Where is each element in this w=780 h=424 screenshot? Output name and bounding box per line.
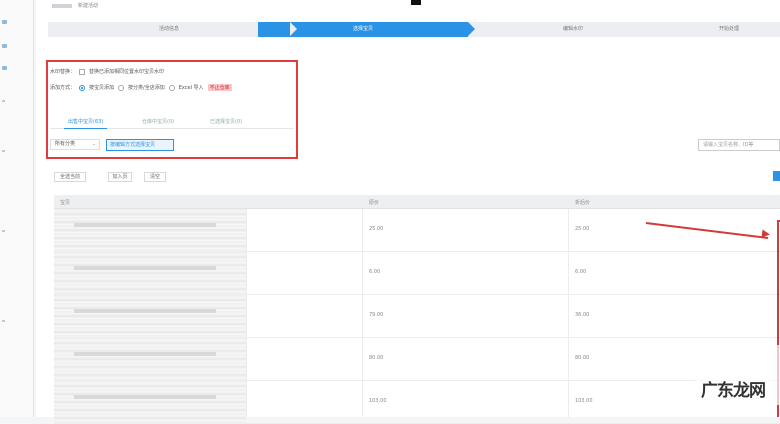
replace-label: 水印替换： bbox=[50, 69, 76, 75]
tab-warehouse[interactable]: 仓库中宝贝(0) bbox=[142, 118, 174, 125]
step-label: 活动信息 bbox=[158, 26, 179, 32]
price-cell: 6.00 bbox=[369, 269, 381, 275]
sale-price-cell: 6.00 bbox=[575, 269, 587, 275]
tab-selected[interactable]: 已选择宝贝(0) bbox=[210, 118, 242, 125]
nav-marker bbox=[2, 320, 5, 322]
add-mode-row: 添加方式： 按宝贝添加 按分类/全店添加 Excel 导入 不止仓库 bbox=[50, 84, 232, 91]
clear-button[interactable]: 清空 bbox=[144, 172, 166, 182]
category-select-value: 所有分类 bbox=[55, 141, 76, 147]
replace-option-row: 水印替换： 替换已添加相同位置水印宝贝水印 bbox=[50, 68, 164, 75]
price-cell: 80.00 bbox=[369, 355, 384, 361]
watermark: 广东龙网 bbox=[695, 345, 780, 405]
sale-price-cell: 25.00 bbox=[575, 226, 590, 232]
sale-price-cell: 80.00 bbox=[575, 355, 590, 361]
table-row[interactable]: 103.00 103.00 bbox=[54, 381, 780, 424]
main-panel: 新建活动 活动信息 选择宝贝 编辑水印 开始处理 水印替换： 替换已添加相同位置… bbox=[36, 0, 780, 424]
step-label: 开始处理 bbox=[718, 26, 739, 32]
radio-excel[interactable] bbox=[168, 84, 175, 91]
item-thumbnail bbox=[54, 209, 246, 251]
item-thumbnail bbox=[54, 295, 246, 337]
add-page-button[interactable]: 加入页 bbox=[108, 172, 132, 182]
step-label: 编辑水印 bbox=[562, 26, 583, 32]
table-row[interactable]: 25.00 25.00 bbox=[54, 209, 780, 252]
step-info: 活动信息 bbox=[48, 22, 297, 37]
table-row[interactable]: 80.00 80.00 bbox=[54, 338, 780, 381]
nav-marker bbox=[2, 230, 5, 232]
tab-on-sale[interactable]: 出售中宝贝(63) bbox=[63, 118, 108, 129]
price-cell: 25.00 bbox=[369, 226, 384, 232]
table-row[interactable]: 6.00 6.00 bbox=[54, 252, 780, 295]
nav-marker bbox=[2, 100, 5, 102]
item-tabs: 出售中宝贝(63) 仓库中宝贝(0) 已选择宝贝(0) bbox=[50, 115, 294, 129]
select-by-mode-button[interactable]: 按编辑方式选择宝贝 bbox=[106, 139, 174, 151]
price-cell: 79.00 bbox=[369, 312, 384, 318]
watermark-text: 广东龙网 bbox=[701, 381, 766, 401]
nav-marker bbox=[2, 150, 5, 152]
price-cell: 103.00 bbox=[369, 398, 387, 404]
step-label: 选择宝贝 bbox=[352, 26, 373, 32]
chevron-down-icon: ⌄ bbox=[91, 141, 96, 147]
nav-icon[interactable] bbox=[2, 66, 7, 70]
select-all-button[interactable]: 全选当前 bbox=[54, 172, 86, 182]
sale-price-cell: 103.00 bbox=[575, 398, 593, 404]
nav-icon[interactable] bbox=[2, 20, 7, 24]
add-mode-label: 添加方式： bbox=[50, 85, 76, 91]
radio-by-item[interactable] bbox=[79, 84, 86, 91]
left-nav-rail bbox=[0, 0, 34, 417]
replace-text: 替换已添加相同位置水印宝贝水印 bbox=[89, 69, 165, 75]
nav-icon[interactable] bbox=[2, 44, 7, 48]
page-title: 新建活动 bbox=[78, 3, 99, 9]
radio-excel-label: Excel 导入 bbox=[178, 85, 204, 91]
step-process: 开始处理 bbox=[678, 22, 780, 37]
step-edit-watermark: 编辑水印 bbox=[468, 22, 685, 37]
col-price: 原价 bbox=[369, 200, 380, 206]
table-header: 宝贝 原价 折后价 bbox=[54, 195, 780, 209]
item-thumbnail bbox=[54, 338, 246, 380]
radio-by-item-label: 按宝贝添加 bbox=[89, 85, 115, 91]
replace-checkbox[interactable] bbox=[79, 68, 86, 75]
page-header: 新建活动 bbox=[36, 0, 780, 16]
back-button[interactable] bbox=[52, 4, 72, 8]
search-input[interactable]: 请输入宝贝名称、ID等 bbox=[698, 139, 780, 151]
col-item: 宝贝 bbox=[60, 200, 71, 206]
item-thumbnail bbox=[54, 252, 246, 294]
table-row[interactable]: 79.00 36.00 bbox=[54, 295, 780, 338]
category-select[interactable]: 所有分类 ⌄ bbox=[50, 139, 100, 150]
col-sale-price: 折后价 bbox=[575, 200, 591, 206]
top-marker bbox=[411, 0, 421, 5]
blue-button-edge[interactable] bbox=[773, 171, 780, 181]
sale-price-cell: 36.00 bbox=[575, 312, 590, 318]
annotation-arrow-head bbox=[761, 229, 771, 239]
progress-steps: 活动信息 选择宝贝 编辑水印 开始处理 bbox=[48, 22, 780, 37]
radio-by-category-label: 按分类/全店添加 bbox=[128, 85, 165, 91]
warehouse-tag: 不止仓库 bbox=[207, 84, 232, 91]
radio-by-category[interactable] bbox=[118, 84, 125, 91]
